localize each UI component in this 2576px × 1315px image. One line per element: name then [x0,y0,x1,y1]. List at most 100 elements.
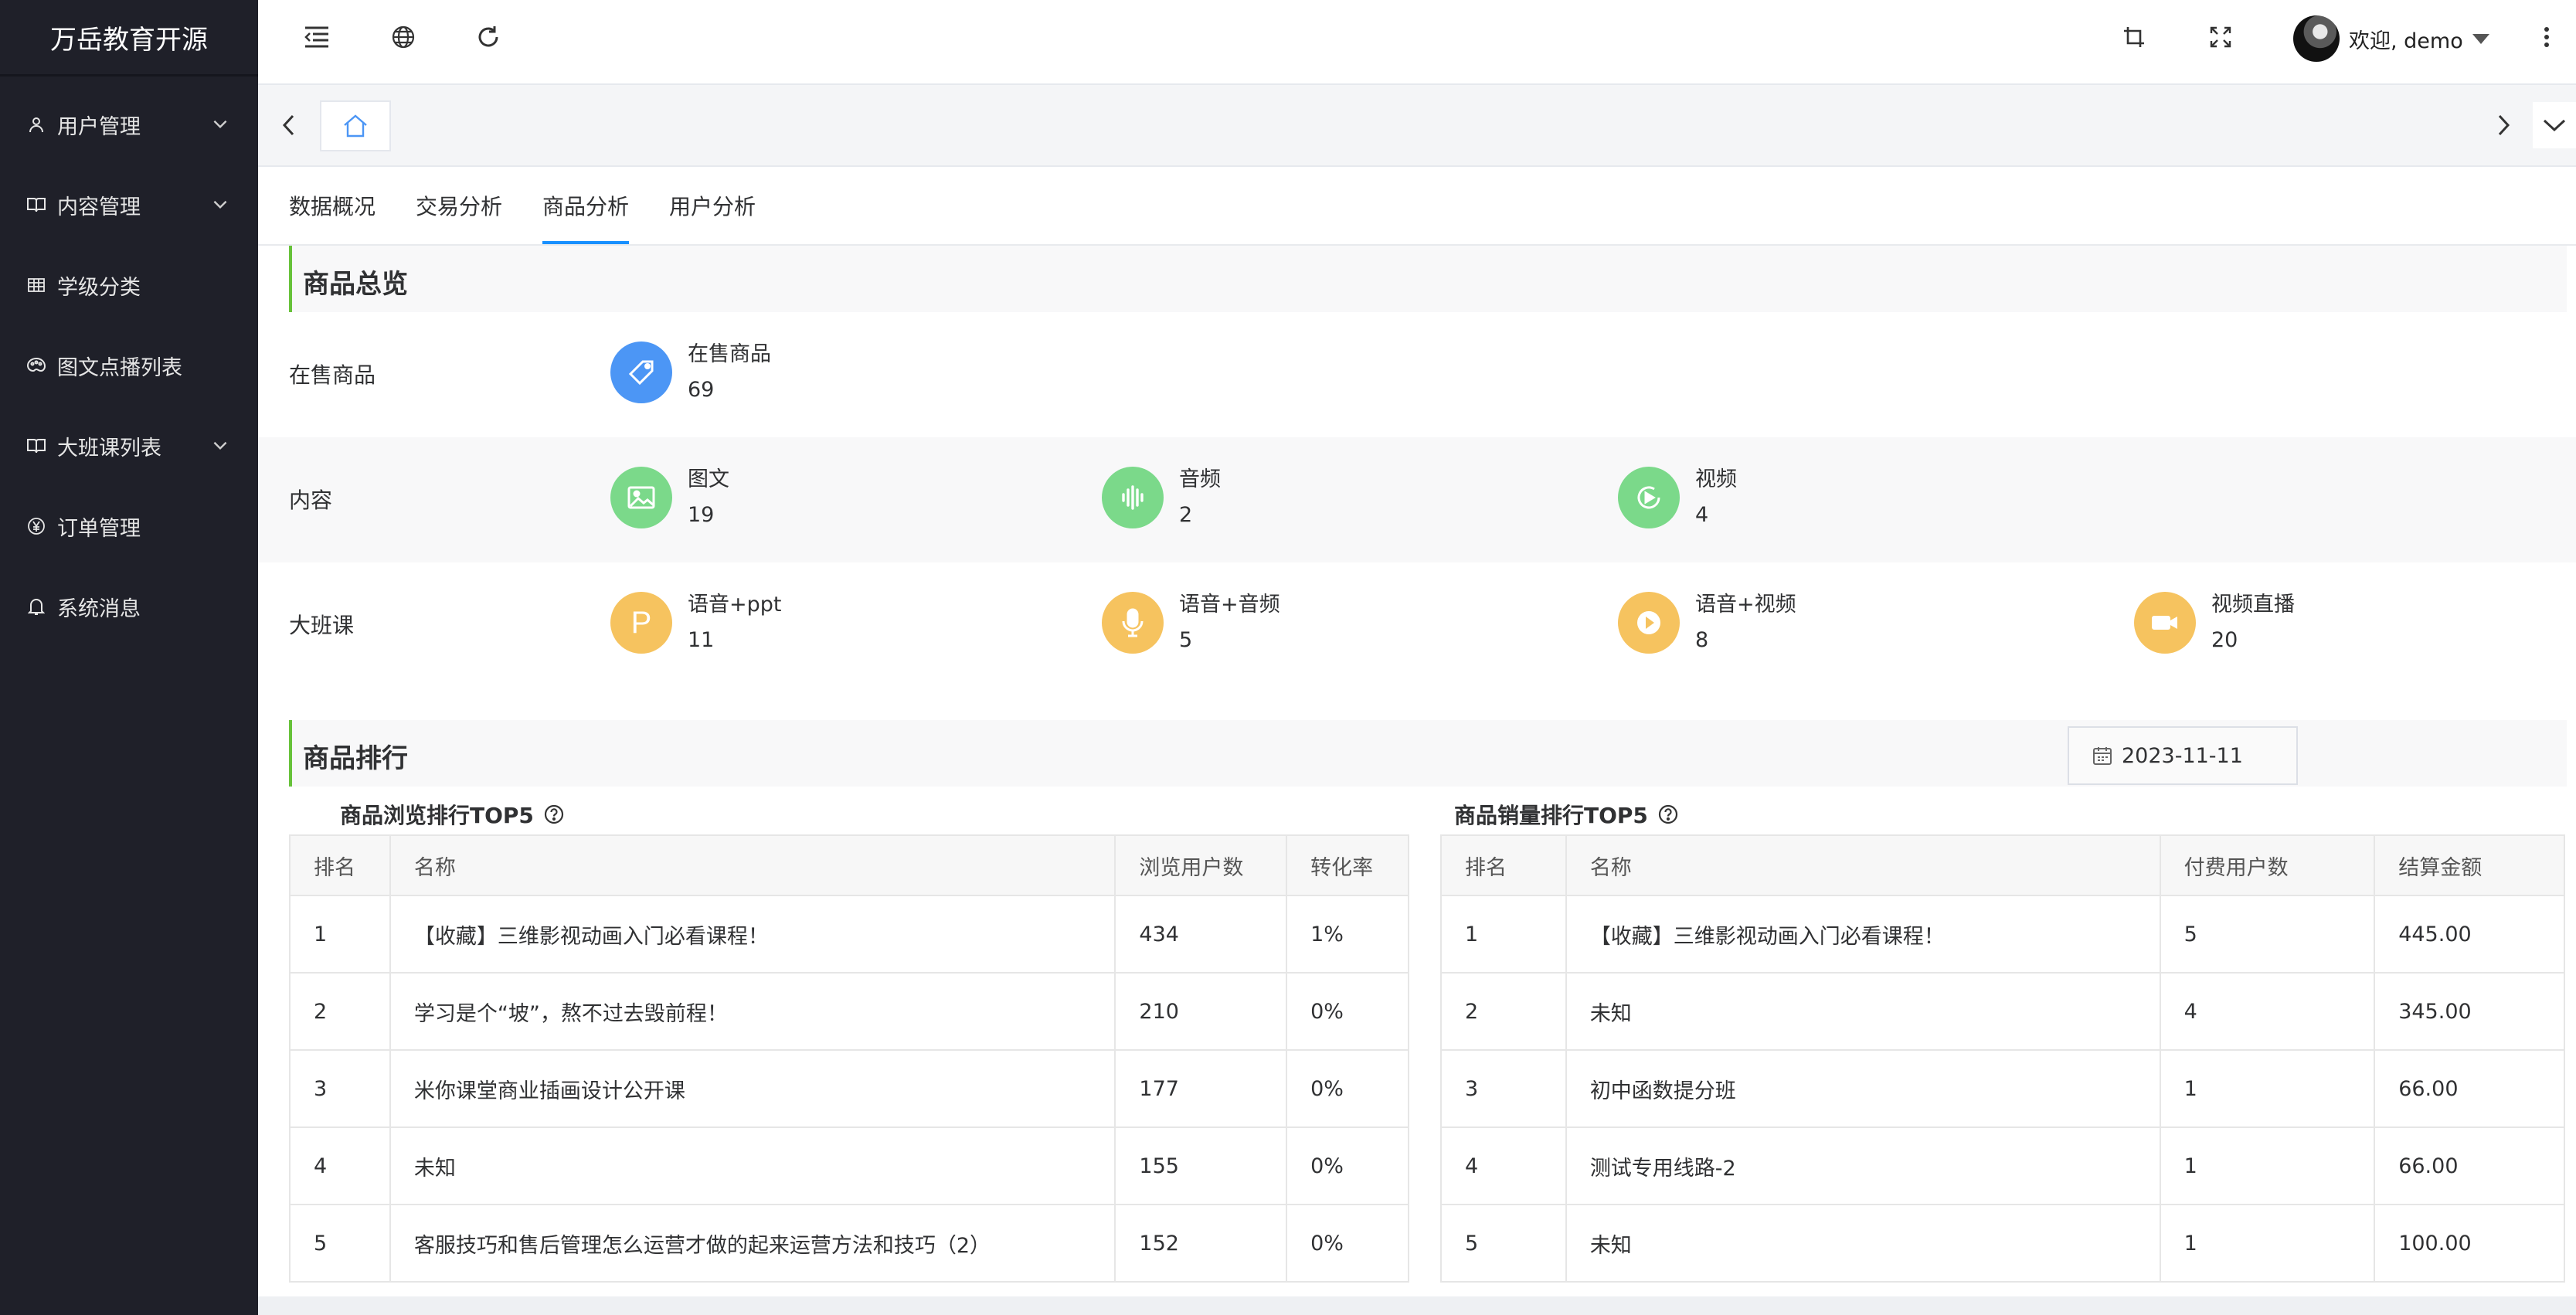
analysis-tabs: 数据概况 交易分析 商品分析 用户分析 [289,167,796,244]
overview-section-header: 商品总览 [289,246,2567,312]
amount-cell: 66.00 [2374,1126,2565,1205]
sidebar-item-users[interactable]: 用户管理 [0,84,258,165]
table-header-row: 排名 名称 浏览用户数 转化率 [289,834,1409,896]
column-header: 名称 [389,834,1116,896]
name-cell: 学习是个“坡”，熬不过去毁前程！ [389,972,1116,1051]
refresh-icon[interactable] [473,22,504,53]
stat-voice-audio: 语音+音频 5 [1102,587,1280,658]
chevron-right-icon[interactable] [2488,110,2519,141]
stat-value: 11 [688,628,715,652]
stat-voice-video: 语音+视频 8 [1618,587,1796,658]
user-greeting: 欢迎, demo [2349,29,2463,53]
rank-cell: 1 [289,895,391,974]
chevron-left-icon[interactable] [274,110,304,141]
stat-name: 语音+音频 [1179,593,1280,617]
palette-icon [26,355,46,375]
section-title: 商品排行 [303,743,408,774]
more-icon[interactable] [2531,22,2562,53]
paid-users-cell: 5 [2159,895,2376,974]
sidebar-item-grade-category[interactable]: 学级分类 [0,245,258,325]
table-row: 1 【收藏】三维影视动画入门必看课程！ 434 1% [289,895,1409,974]
table-title-text: 商品销量排行TOP5 [1454,803,1648,828]
date-picker[interactable]: 2023-11-11 [2068,726,2298,785]
yen-icon [26,516,46,536]
column-header: 名称 [1565,834,2161,896]
name-cell: 【收藏】三维影视动画入门必看课程！ [1565,895,2161,974]
table-title-text: 商品浏览排行TOP5 [340,803,534,828]
stat-live-video: 视频直播 20 [2134,587,2295,658]
browse-users-cell: 177 [1114,1049,1288,1128]
image-icon [610,467,672,528]
sales-top5-title: 商品销量排行TOP5 [1454,799,1679,830]
tab-data-overview[interactable]: 数据概况 [289,167,376,244]
calendar-icon [2092,746,2112,766]
sidebar-item-label: 学级分类 [57,275,141,300]
row-label: 内容 [289,488,333,513]
conversion-cell: 0% [1286,1204,1409,1283]
tab-product-analysis[interactable]: 商品分析 [542,167,630,244]
stat-value: 2 [1179,503,1193,527]
column-header: 付费用户数 [2159,834,2376,896]
name-cell: 未知 [1565,972,2161,1051]
column-header: 转化率 [1286,834,1409,896]
bottom-scroll-area [258,1296,2576,1315]
fullscreen-icon[interactable] [2205,22,2236,53]
sales-ranking-table: 排名 名称 付费用户数 结算金额 1 【收藏】三维影视动画入门必看课程！ 5 4… [1440,834,2565,1283]
help-icon[interactable] [1657,804,1679,825]
table-row: 5 客服技巧和售后管理怎么运营才做的起来运营方法和技巧（2） 152 0% [289,1204,1409,1283]
sidebar-item-label: 用户管理 [57,114,141,139]
user-menu[interactable]: 欢迎, demo [2293,14,2489,63]
stat-voice-ppt: P 语音+ppt 11 [610,587,782,658]
crop-icon[interactable] [2119,22,2149,53]
sidebar-item-content[interactable]: 内容管理 [0,165,258,245]
sidebar-item-orders[interactable]: 订单管理 [0,486,258,566]
conversion-cell: 1% [1286,895,1409,974]
rank-cell: 5 [289,1204,391,1283]
tag-icon [610,341,672,403]
browse-users-cell: 152 [1114,1204,1288,1283]
paid-users-cell: 4 [2159,972,2376,1051]
indent-icon[interactable] [301,22,332,53]
amount-cell: 445.00 [2374,895,2565,974]
table-row: 3 米你课堂商业插画设计公开课 177 0% [289,1049,1409,1128]
table-row: 5 未知 1 100.00 [1440,1204,2565,1283]
sidebar-item-graphic-vod[interactable]: 图文点播列表 [0,325,258,406]
home-tag[interactable] [320,100,391,151]
book-icon [26,195,46,215]
avatar [2293,15,2340,62]
rank-cell: 3 [289,1049,391,1128]
stat-name: 视频 [1695,467,1737,491]
browse-users-cell: 155 [1114,1126,1288,1205]
table-header-row: 排名 名称 付费用户数 结算金额 [1440,834,2565,896]
column-header: 排名 [1440,834,1567,896]
stat-name: 在售商品 [688,342,771,366]
tags-dropdown-button[interactable] [2533,102,2576,148]
sidebar-item-label: 内容管理 [57,195,141,219]
chevron-down-icon [213,441,227,450]
browse-users-cell: 210 [1114,972,1288,1051]
rank-cell: 2 [289,972,391,1051]
stat-audio: 音频 2 [1102,462,1221,533]
sidebar-item-label: 订单管理 [57,516,141,541]
stat-on-sale: 在售商品 69 [610,337,771,408]
name-cell: 客服技巧和售后管理怎么运营才做的起来运营方法和技巧（2） [389,1204,1116,1283]
globe-icon[interactable] [388,22,419,53]
sidebar-item-label: 图文点播列表 [57,355,182,380]
stat-value: 69 [688,378,715,402]
stat-name: 语音+视频 [1695,593,1796,617]
table-row: 3 初中函数提分班 1 66.00 [1440,1049,2565,1128]
stat-name: 音频 [1179,467,1221,491]
stat-name: 视频直播 [2211,593,2295,617]
help-icon[interactable] [543,804,565,825]
tab-transaction-analysis[interactable]: 交易分析 [416,167,502,244]
stat-name: 语音+ppt [688,593,782,617]
amount-cell: 100.00 [2374,1204,2565,1283]
sidebar-item-messages[interactable]: 系统消息 [0,566,258,647]
tab-user-analysis[interactable]: 用户分析 [669,167,756,244]
name-cell: 米你课堂商业插画设计公开课 [389,1049,1116,1128]
sidebar-item-label: 系统消息 [57,596,141,621]
table-row: 4 未知 155 0% [289,1126,1409,1205]
big-class-row: 大班课 P 语音+ppt 11 语音+音频 5 语音+视频 8 视频直播 20 [258,562,2576,688]
sidebar-item-big-class[interactable]: 大班课列表 [0,406,258,486]
play-icon [1618,592,1680,654]
